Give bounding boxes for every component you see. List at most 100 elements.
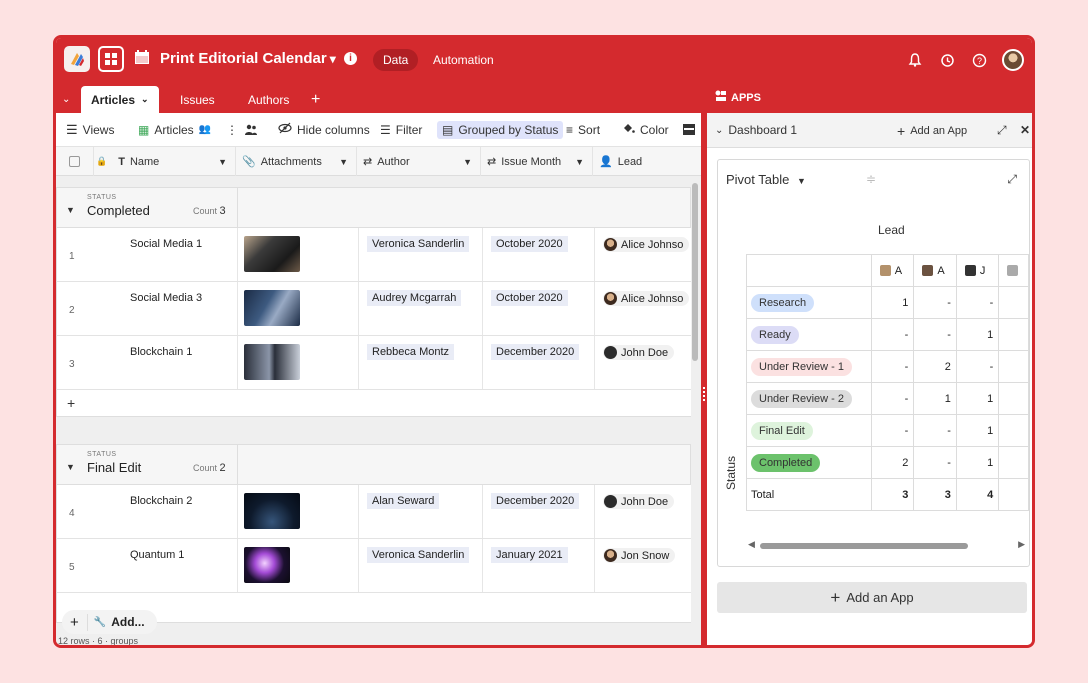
cell-name[interactable]: Blockchain 2 — [130, 495, 192, 507]
cell-author[interactable]: Audrey Mcgarrah — [358, 282, 482, 335]
lead-chip[interactable]: John Doe — [603, 494, 675, 509]
add-app-button[interactable]: + Add an App — [717, 582, 1027, 613]
lead-chip[interactable]: Alice Johnso — [603, 291, 690, 306]
attachment-thumbnail[interactable] — [244, 547, 290, 583]
attachment-thumbnail[interactable] — [244, 290, 300, 326]
column-author[interactable]: ⇄ Author ▼ — [357, 147, 481, 176]
dashboard-selector[interactable]: ⌄ Dashboard 1 — [715, 123, 797, 137]
author-chip[interactable]: Audrey Mcgarrah — [367, 290, 462, 306]
extension-button[interactable]: 🔧 Add... — [88, 615, 157, 629]
cell-name[interactable]: Blockchain 1 — [130, 346, 192, 358]
author-chip[interactable]: Veronica Sanderlin — [367, 547, 470, 563]
table-row[interactable]: 5 Quantum 1 Veronica Sanderlin January 2… — [56, 539, 691, 593]
author-chip[interactable]: Rebbeca Montz — [367, 344, 455, 360]
cell-author[interactable]: Veronica Sanderlin — [358, 228, 482, 281]
scroll-left-icon[interactable]: ◀ — [748, 539, 755, 550]
month-chip[interactable]: December 2020 — [491, 344, 580, 360]
tab-issues[interactable]: Issues — [180, 86, 215, 113]
cell-name[interactable]: Quantum 1 — [130, 549, 184, 561]
add-table-icon[interactable]: + — [311, 86, 320, 113]
collapse-triangle-icon[interactable]: ▼ — [66, 205, 75, 215]
select-all-checkbox[interactable] — [56, 147, 94, 176]
cell-author[interactable]: Veronica Sanderlin — [358, 539, 482, 592]
lead-chip[interactable]: Jon Snow — [603, 548, 676, 563]
cell-name[interactable]: Social Media 3 — [130, 292, 202, 304]
app-logo-icon[interactable] — [64, 46, 90, 72]
cell-issue-month[interactable]: December 2020 — [482, 336, 594, 389]
expand-icon[interactable]: ⤢ — [997, 123, 1007, 138]
month-chip[interactable]: October 2020 — [491, 236, 568, 252]
cell-attachments[interactable] — [237, 485, 358, 538]
cell-author[interactable]: Rebbeca Montz — [358, 336, 482, 389]
tab-automation[interactable]: Automation — [433, 53, 494, 67]
base-title[interactable]: Print Editorial Calendar ▾ — [160, 50, 336, 67]
column-attachments[interactable]: 📎 Attachments ▼ — [236, 147, 357, 176]
cell-lead[interactable]: John Doe — [594, 485, 692, 538]
collapse-triangle-icon[interactable]: ▼ — [66, 462, 75, 472]
cell-issue-month[interactable]: October 2020 — [482, 228, 594, 281]
filter-button[interactable]: ☰ Filter — [380, 123, 422, 137]
row-height-icon[interactable] — [683, 124, 695, 135]
cell-attachments[interactable] — [237, 539, 358, 592]
help-icon[interactable]: ? — [970, 51, 988, 69]
group-button[interactable]: ▤ Grouped by Status — [437, 120, 564, 139]
attachment-thumbnail[interactable] — [244, 344, 300, 380]
group-header-completed[interactable]: ▼ STATUS Completed Count 3 — [56, 187, 691, 228]
grid-menu-icon[interactable] — [98, 46, 124, 72]
tab-articles[interactable]: Articles ⌄ — [81, 86, 159, 113]
collaborators-icon[interactable] — [244, 124, 258, 136]
close-icon[interactable]: ✕ — [1020, 123, 1030, 137]
hide-columns-button[interactable]: Hide columns — [278, 122, 370, 137]
cell-author[interactable]: Alan Seward — [358, 485, 482, 538]
cell-lead[interactable]: Jon Snow — [594, 539, 692, 592]
table-row[interactable]: 3 Blockchain 1 Rebbeca Montz December 20… — [56, 336, 691, 390]
table-row[interactable]: 4 Blockchain 2 Alan Seward December 2020… — [56, 485, 691, 539]
table-row[interactable]: 1 Social Media 1 Veronica Sanderlin Octo… — [56, 228, 691, 282]
add-app-small-button[interactable]: + Add an App — [897, 123, 967, 139]
month-chip[interactable]: December 2020 — [491, 493, 580, 509]
cell-issue-month[interactable]: January 2021 — [482, 539, 594, 592]
cell-attachments[interactable] — [237, 336, 358, 389]
cell-attachments[interactable] — [237, 282, 358, 335]
sort-button[interactable]: ≡ Sort — [566, 123, 600, 137]
author-chip[interactable]: Alan Seward — [367, 493, 440, 509]
pivot-title[interactable]: Pivot Table ▼ — [726, 172, 806, 187]
chevron-down-icon[interactable]: ⌄ — [62, 86, 70, 113]
cell-issue-month[interactable]: October 2020 — [482, 282, 594, 335]
author-chip[interactable]: Veronica Sanderlin — [367, 236, 470, 252]
add-record-row[interactable]: + — [56, 390, 691, 417]
attachment-thumbnail[interactable] — [244, 236, 300, 272]
tab-authors[interactable]: Authors — [248, 86, 289, 113]
tab-data[interactable]: Data — [373, 49, 419, 71]
column-name[interactable]: 🔒 T Name ▼ — [94, 147, 236, 176]
view-switcher[interactable]: ▦ Articles 👥 — [138, 123, 211, 137]
attachment-thumbnail[interactable] — [244, 493, 300, 529]
more-icon[interactable]: ⋮ — [226, 123, 238, 137]
lead-chip[interactable]: Alice Johnso — [603, 237, 690, 252]
info-icon[interactable]: i — [344, 52, 357, 65]
cell-lead[interactable]: Alice Johnso — [594, 228, 692, 281]
cell-lead[interactable]: John Doe — [594, 336, 692, 389]
cell-attachments[interactable] — [237, 228, 358, 281]
views-button[interactable]: ☰ Views — [66, 122, 114, 138]
user-avatar[interactable] — [1002, 49, 1024, 71]
cell-name[interactable]: Social Media 1 — [130, 238, 202, 250]
month-chip[interactable]: January 2021 — [491, 547, 568, 563]
table-row[interactable]: 2 Social Media 3 Audrey Mcgarrah October… — [56, 282, 691, 336]
month-chip[interactable]: October 2020 — [491, 290, 568, 306]
add-row-button[interactable]: + — [62, 613, 88, 631]
group-header-final-edit[interactable]: ▼ STATUS Final Edit Count 2 — [56, 444, 691, 485]
color-button[interactable]: Color — [622, 122, 669, 137]
vertical-scrollbar[interactable] — [692, 183, 698, 361]
scroll-right-icon[interactable]: ▶ — [1018, 539, 1025, 550]
plus-icon[interactable]: + — [67, 395, 75, 411]
lead-chip[interactable]: John Doe — [603, 345, 675, 360]
expand-icon[interactable]: ⤢ — [1007, 172, 1017, 187]
column-lead[interactable]: 👤 Lead — [593, 147, 701, 176]
column-issue-month[interactable]: ⇄ Issue Month ▼ — [481, 147, 593, 176]
horizontal-scrollbar[interactable] — [760, 543, 968, 549]
drag-handle-icon[interactable]: ≑ — [866, 172, 876, 186]
cell-lead[interactable]: Alice Johnso — [594, 282, 692, 335]
history-icon[interactable] — [938, 51, 956, 69]
cell-issue-month[interactable]: December 2020 — [482, 485, 594, 538]
